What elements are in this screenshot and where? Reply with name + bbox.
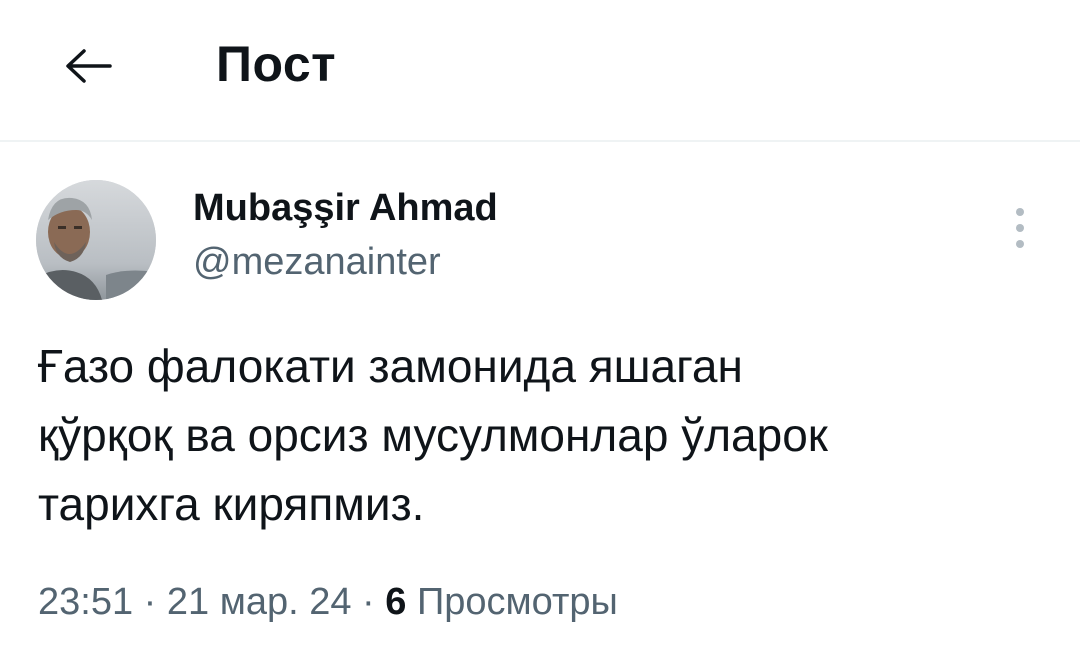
meta-separator: · xyxy=(143,581,157,623)
tweet-text-line: тарихга киряпмиз. xyxy=(38,478,425,530)
tweet-date[interactable]: 21 мар. 24 xyxy=(167,581,352,623)
tweet-time[interactable]: 23:51 xyxy=(38,581,133,623)
page-title: Пост xyxy=(216,36,337,92)
tweet-text: Ғазо фалокати замонида яшаган қўрқоқ ва … xyxy=(38,332,1048,539)
author-display-name[interactable]: Mubaşşir Ahmad xyxy=(193,184,498,232)
tweet-text-line: қўрқоқ ва орсиз мусулмонлар ўларок xyxy=(38,409,828,461)
post-page: Пост Mubaşşir Ahmad @mezanainter Ғазо фа… xyxy=(0,0,1080,661)
author-handle[interactable]: @mezanainter xyxy=(193,238,441,286)
views-count[interactable]: 6 xyxy=(385,581,406,623)
more-options-button[interactable] xyxy=(996,200,1044,256)
top-bar: Пост xyxy=(0,0,1080,142)
tweet-text-line: Ғазо фалокати замонида яшаган xyxy=(38,340,743,392)
views-label[interactable]: Просмотры xyxy=(417,581,618,623)
meta-separator: · xyxy=(362,581,375,623)
more-vertical-icon xyxy=(1016,208,1024,248)
avatar[interactable] xyxy=(36,180,156,300)
avatar-photo xyxy=(36,180,156,300)
arrow-left-icon xyxy=(66,49,112,83)
back-button[interactable] xyxy=(48,30,128,102)
tweet-meta: 23:51 · 21 мар. 24 · 6 Просмотры xyxy=(38,578,618,626)
